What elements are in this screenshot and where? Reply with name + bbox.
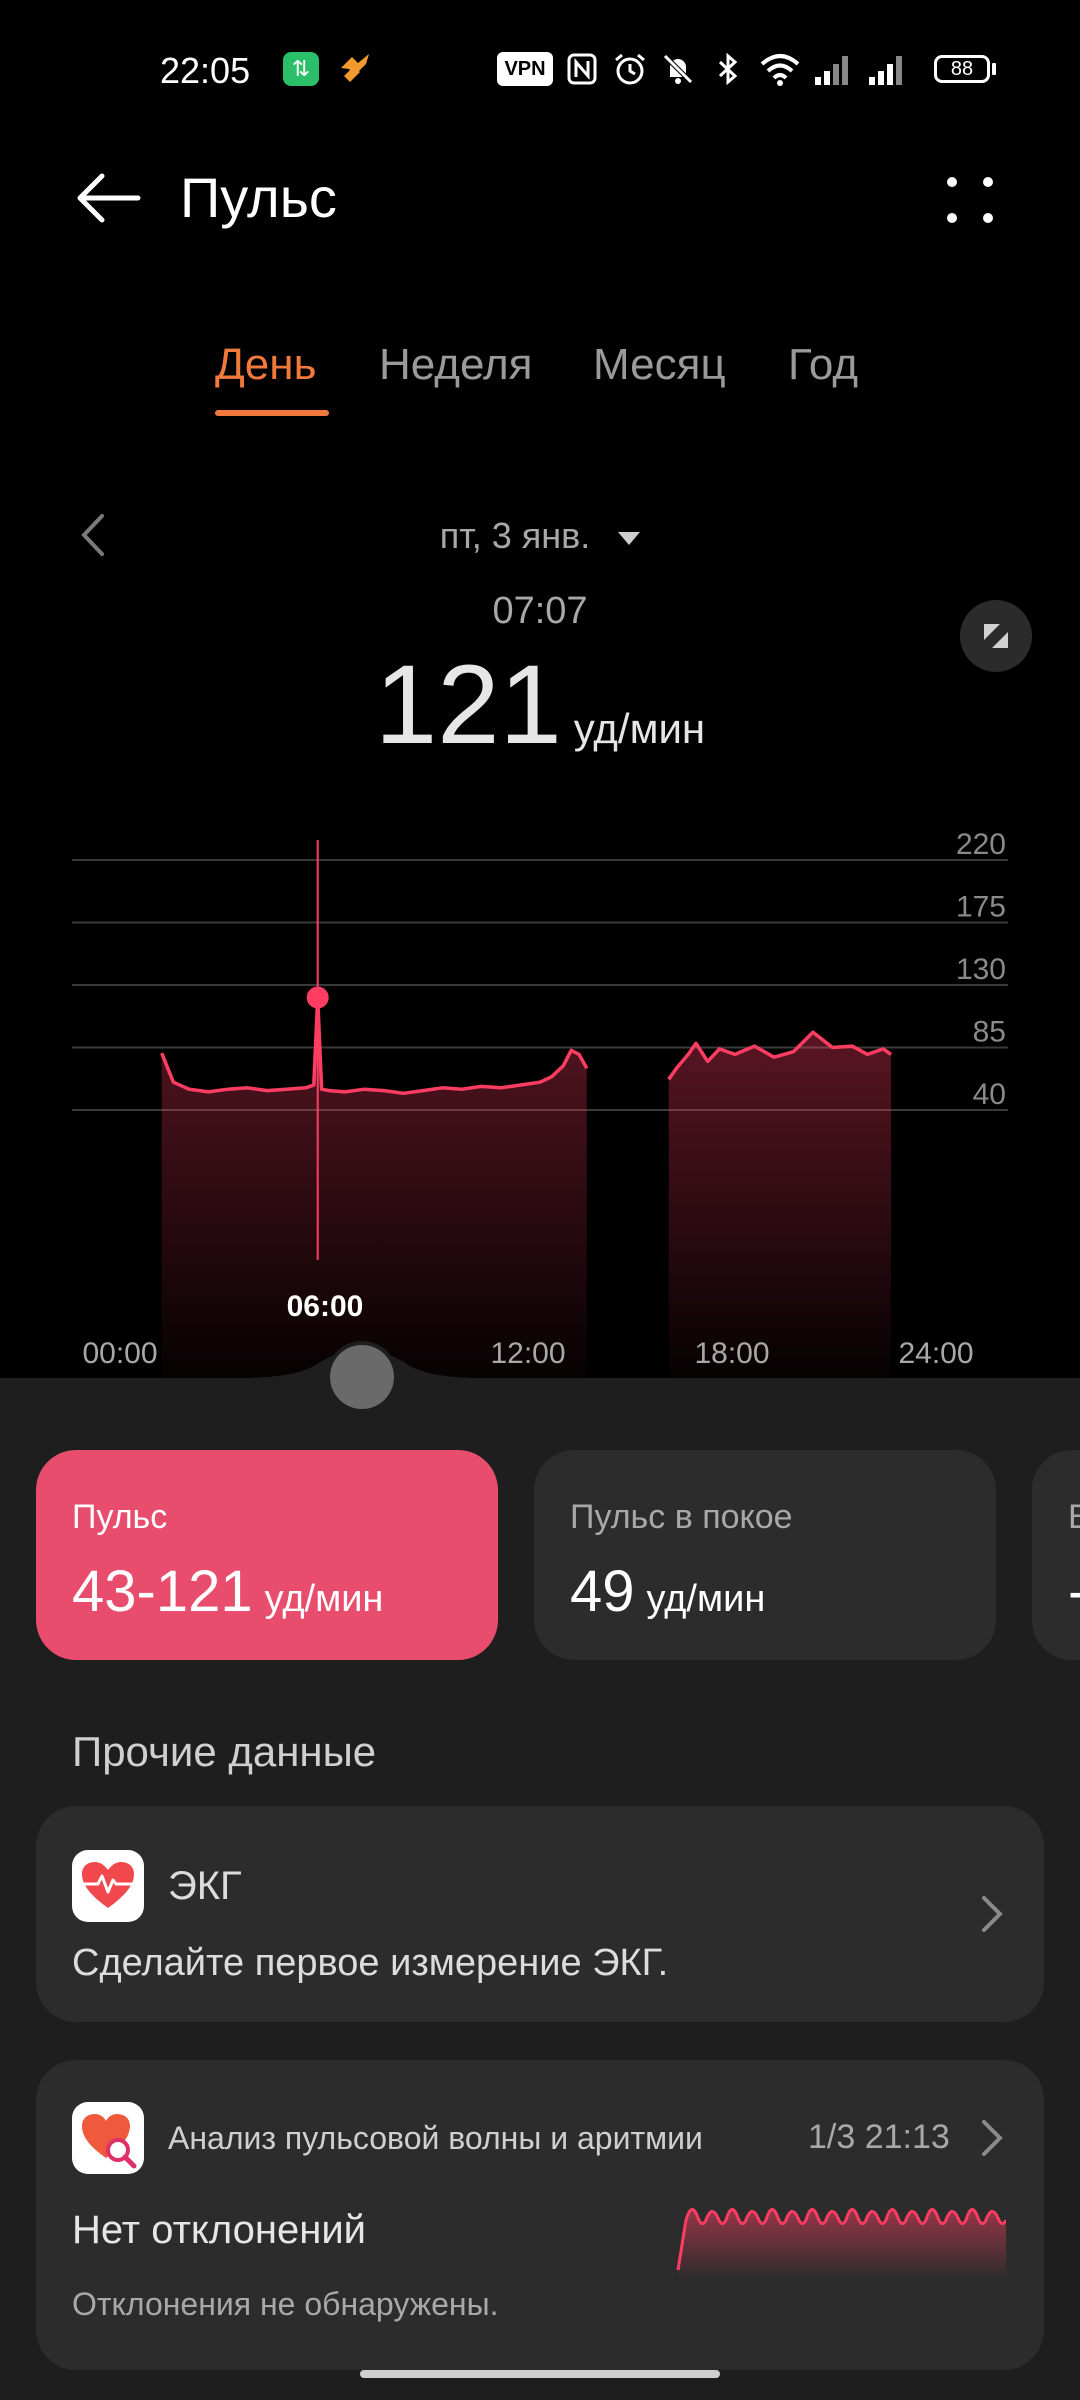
- card-label: Пульс в покое: [570, 1498, 793, 1536]
- dropdown-triangle-icon: [618, 531, 641, 545]
- active-tab-indicator: [215, 410, 329, 416]
- signal-1-icon: [812, 52, 852, 86]
- y-tick-label: 130: [956, 953, 1006, 986]
- more-dots-icon: [947, 177, 993, 223]
- arrhythmia-title: Анализ пульсовой волны и аритмии: [168, 2120, 703, 2156]
- partial-card-value: -: [1068, 1559, 1080, 1624]
- heart-rate-area: [668, 1032, 891, 1380]
- arrhythmia-status: Нет отклонений: [72, 2208, 367, 2252]
- chevron-right-icon: [982, 1896, 1003, 1932]
- ecg-card[interactable]: ЭКГ Сделайте первое измерение ЭКГ.: [36, 1806, 1044, 2022]
- card-value: 49 уд/мин: [570, 1558, 765, 1625]
- date-selector[interactable]: пт, 3 янв.: [0, 515, 1080, 557]
- app-notification-green-icon: ⇅: [283, 52, 319, 86]
- more-options-button[interactable]: [940, 170, 1000, 230]
- scrubber-time-label: 06:00: [286, 1290, 364, 1323]
- wifi-icon: [758, 52, 802, 86]
- y-tick-label: 220: [956, 828, 1006, 861]
- tab-year[interactable]: Год: [788, 340, 858, 390]
- heart-rate-chart[interactable]: 2201751308540 00:00 12:00 18:00 24:00: [0, 780, 1080, 1380]
- battery-icon: 88: [932, 52, 998, 86]
- reading-unit: уд/мин: [573, 705, 706, 752]
- clock: 22:05: [160, 50, 251, 91]
- pulse-range-unit: уд/мин: [264, 1578, 384, 1620]
- signal-2-icon: [866, 52, 906, 86]
- bluetooth-icon: [710, 52, 746, 86]
- resting-pulse-unit: уд/мин: [646, 1578, 766, 1620]
- y-tick-label: 85: [973, 1016, 1006, 1049]
- partial-card[interactable]: В -: [1032, 1450, 1080, 1660]
- pulse-wave-analysis-icon: [72, 2102, 144, 2174]
- timeline-scrubber-handle[interactable]: [330, 1345, 394, 1409]
- mute-icon: [660, 52, 696, 86]
- reading-number: 121: [374, 642, 562, 767]
- ecg-title: ЭКГ: [168, 1864, 242, 1908]
- y-tick-label: 40: [973, 1078, 1006, 1111]
- tab-month[interactable]: Месяц: [593, 340, 726, 390]
- arrhythmia-description: Отклонения не обнаружены.: [72, 2286, 499, 2322]
- section-title: Прочие данные: [72, 1728, 377, 1775]
- vpn-badge: VPN: [497, 52, 553, 86]
- card-label: В: [1068, 1498, 1080, 1536]
- back-button[interactable]: [72, 168, 144, 228]
- gesture-bar[interactable]: [360, 2370, 720, 2378]
- arrhythmia-timestamp: 1/3 21:13: [808, 2118, 950, 2156]
- reading-time: 07:07: [492, 590, 588, 632]
- chevron-right-icon: [982, 2120, 1003, 2156]
- card-value: -: [1068, 1558, 1080, 1625]
- selected-point: [306, 986, 329, 1009]
- resting-pulse-value: 49: [570, 1559, 635, 1624]
- fullscreen-button[interactable]: [960, 600, 1032, 672]
- heart-rate-line: [160, 995, 589, 1096]
- arrhythmia-card[interactable]: Анализ пульсовой волны и аритмии 1/3 21:…: [36, 2060, 1044, 2370]
- nfc-icon: [565, 52, 599, 86]
- pulse-wave-thumbnail: [676, 2208, 1006, 2280]
- y-tick-label: 175: [956, 891, 1006, 924]
- resting-pulse-card[interactable]: Пульс в покое 49 уд/мин: [534, 1450, 996, 1660]
- pulse-range-card[interactable]: Пульс 43-121 уд/мин: [36, 1450, 498, 1660]
- app-notification-orange-icon: [335, 52, 375, 86]
- reading-value: 121 уд/мин: [0, 640, 1080, 769]
- sheet-notch: [240, 1350, 484, 1378]
- pulse-range-value: 43-121: [72, 1559, 253, 1624]
- card-label: Пульс: [72, 1498, 168, 1536]
- page-title: Пульс: [180, 166, 337, 229]
- status-bar: 22:05 ⇅ VPN 88: [0, 0, 1080, 140]
- expand-icon: [984, 624, 1008, 648]
- tab-week[interactable]: Неделя: [379, 340, 532, 390]
- ecg-description: Сделайте первое измерение ЭКГ.: [72, 1942, 669, 1984]
- arrow-left-icon: [77, 173, 141, 223]
- ecg-icon: [72, 1850, 144, 1922]
- alarm-icon: [612, 52, 648, 86]
- card-value: 43-121 уд/мин: [72, 1558, 383, 1625]
- tab-day[interactable]: День: [215, 340, 317, 390]
- date-label: пт, 3 янв.: [439, 515, 591, 556]
